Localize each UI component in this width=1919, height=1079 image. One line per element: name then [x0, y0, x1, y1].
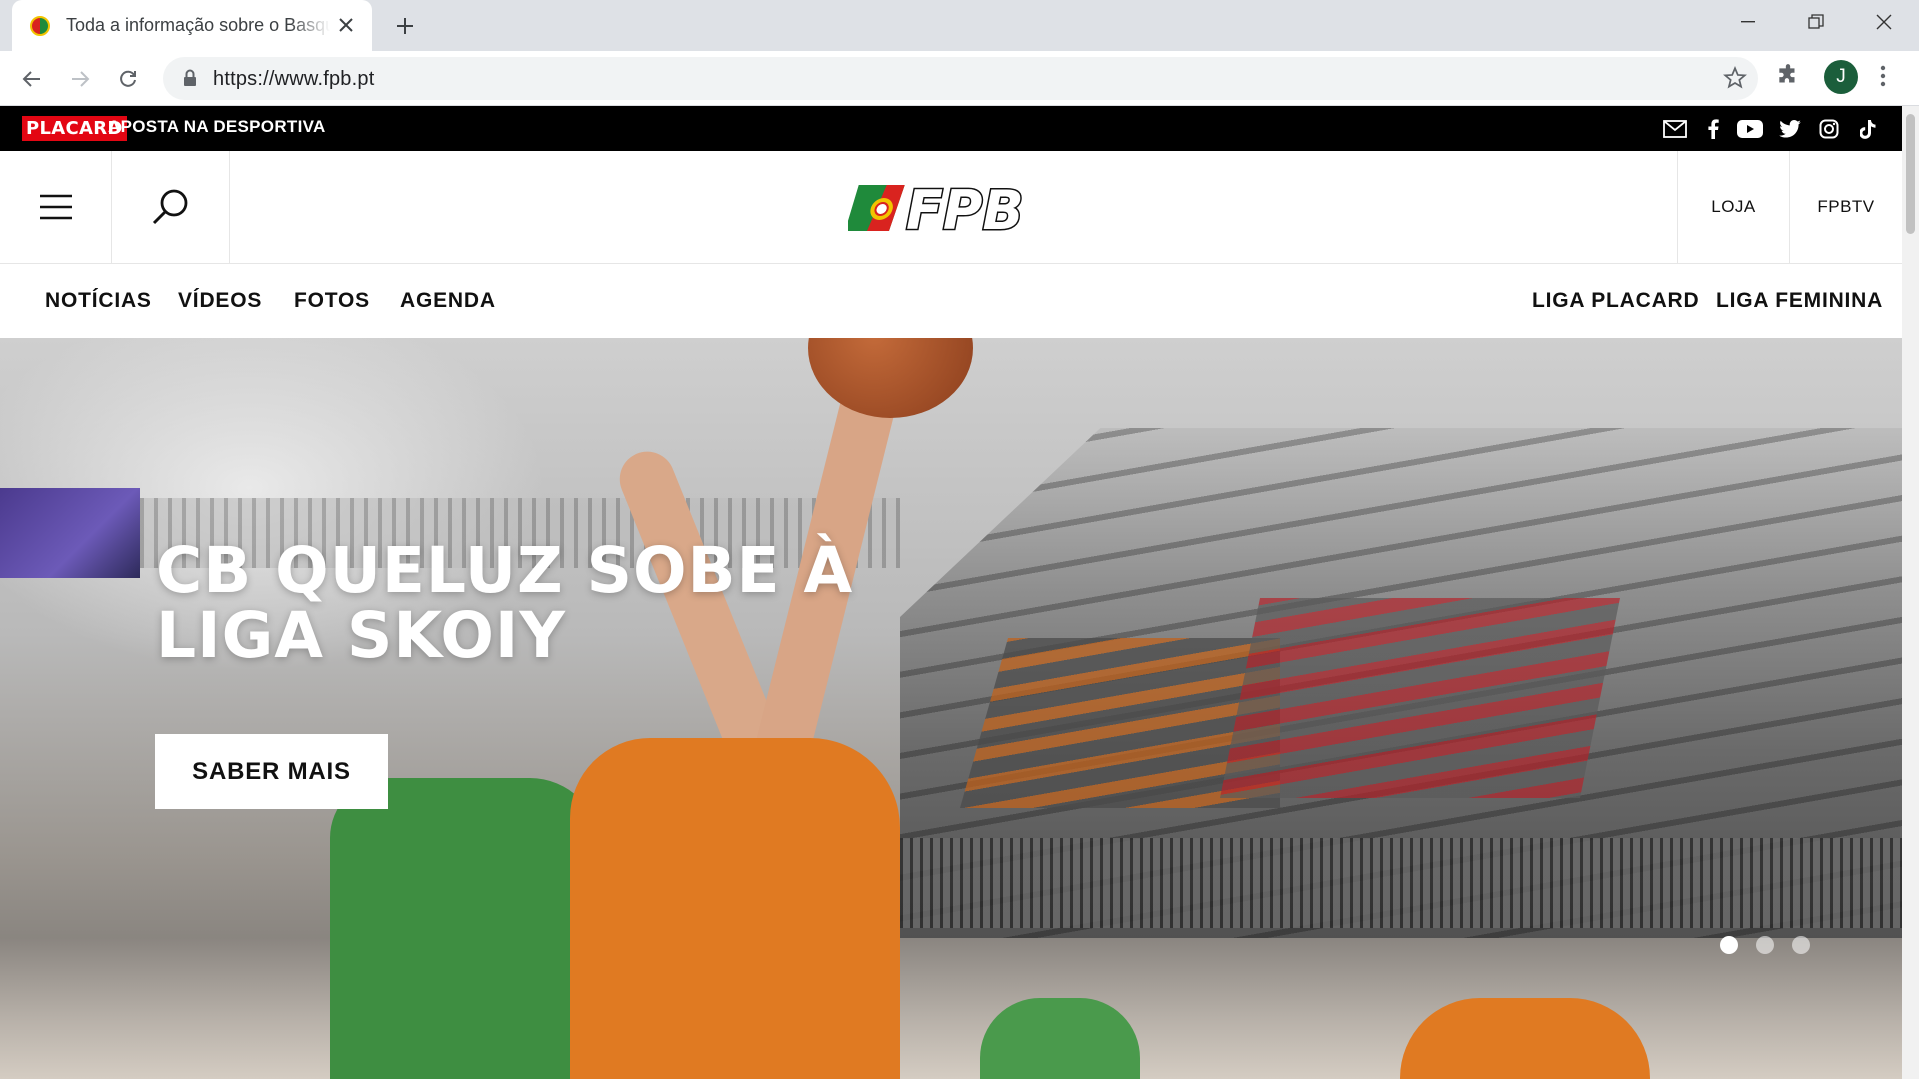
hero-photo-player [570, 738, 900, 1079]
instagram-icon[interactable] [1816, 117, 1842, 141]
minimize-icon[interactable] [1714, 0, 1782, 44]
saber-mais-button[interactable]: SABER MAIS [155, 734, 388, 809]
scrollbar-thumb[interactable] [1906, 114, 1915, 234]
hero-photo-seats-red [1220, 598, 1620, 798]
twitter-icon[interactable] [1777, 117, 1803, 141]
facebook-icon[interactable] [1700, 117, 1726, 141]
tiktok-icon[interactable] [1855, 117, 1881, 141]
browser-toolbar: https://www.fpb.pt J [0, 51, 1919, 106]
fpbtv-link[interactable]: FPBTV [1789, 151, 1902, 263]
url-text: https://www.fpb.pt [213, 68, 375, 90]
menu-hamburger-icon[interactable] [0, 151, 112, 263]
reload-icon[interactable] [110, 61, 146, 97]
nav-agenda[interactable]: AGENDA [400, 264, 496, 338]
sponsor-strip: PLACARD APOSTA NA DESPORTIVA [0, 106, 1902, 151]
nav-fotos[interactable]: FOTOS [294, 264, 370, 338]
slider-dot-3[interactable] [1792, 936, 1810, 954]
fpb-favicon-icon [30, 15, 50, 36]
page: PLACARD APOSTA NA DESPORTIVA FPB LOJA FP… [0, 106, 1902, 1079]
nav-videos[interactable]: VÍDEOS [178, 264, 262, 338]
browser-menu-icon[interactable] [1880, 64, 1886, 93]
bookmark-star-icon[interactable] [1722, 65, 1748, 96]
fpb-logo[interactable]: FPB [844, 178, 1058, 244]
hero-photo-player [330, 778, 600, 1079]
back-icon[interactable] [14, 61, 50, 97]
youtube-icon[interactable] [1737, 117, 1763, 141]
restore-icon[interactable] [1782, 0, 1850, 44]
extensions-puzzle-icon[interactable] [1775, 63, 1801, 94]
nav-liga-feminina[interactable]: LIGA FEMININA [1716, 264, 1883, 338]
browser-tabbar: Toda a informação sobre o Basquetebol [0, 0, 1919, 51]
loja-link[interactable]: LOJA [1677, 151, 1789, 263]
lock-icon [183, 69, 197, 92]
address-bar[interactable]: https://www.fpb.pt [163, 57, 1758, 100]
hero-photo-railing [880, 838, 1902, 928]
slider-dot-1[interactable] [1720, 936, 1738, 954]
svg-text:FPB: FPB [906, 179, 1024, 237]
basketball-image [808, 338, 973, 418]
hero-headline[interactable]: CB QUELUZ SOBE À LIGA SKOIY [156, 538, 916, 668]
hero-photo-player [1400, 998, 1650, 1079]
site-header: FPB LOJA FPBTV [0, 151, 1902, 264]
hero-photo-player [980, 998, 1140, 1079]
nav-noticias[interactable]: NOTÍCIAS [45, 264, 152, 338]
new-tab-icon[interactable] [390, 11, 420, 41]
browser-tab[interactable]: Toda a informação sobre o Basquetebol [12, 0, 372, 51]
slider-dot-2[interactable] [1756, 936, 1774, 954]
profile-avatar[interactable]: J [1824, 60, 1858, 94]
placard-tagline[interactable]: APOSTA NA DESPORTIVA [108, 117, 326, 137]
close-tab-icon[interactable] [334, 13, 358, 37]
hero-slider: CB QUELUZ SOBE À LIGA SKOIY SABER MAIS [0, 338, 1902, 1079]
forward-icon[interactable] [62, 61, 98, 97]
mail-icon[interactable] [1662, 117, 1688, 141]
page-scrollbar[interactable] [1902, 106, 1919, 1079]
nav-liga-placard[interactable]: LIGA PLACARD [1532, 264, 1699, 338]
hero-photo-banner [0, 488, 140, 578]
main-navigation: NOTÍCIAS VÍDEOS FOTOS AGENDA LIGA PLACAR… [0, 264, 1902, 338]
search-icon[interactable] [112, 151, 230, 263]
tab-title: Toda a informação sobre o Basquetebol [66, 15, 330, 35]
close-window-icon[interactable] [1850, 0, 1918, 44]
